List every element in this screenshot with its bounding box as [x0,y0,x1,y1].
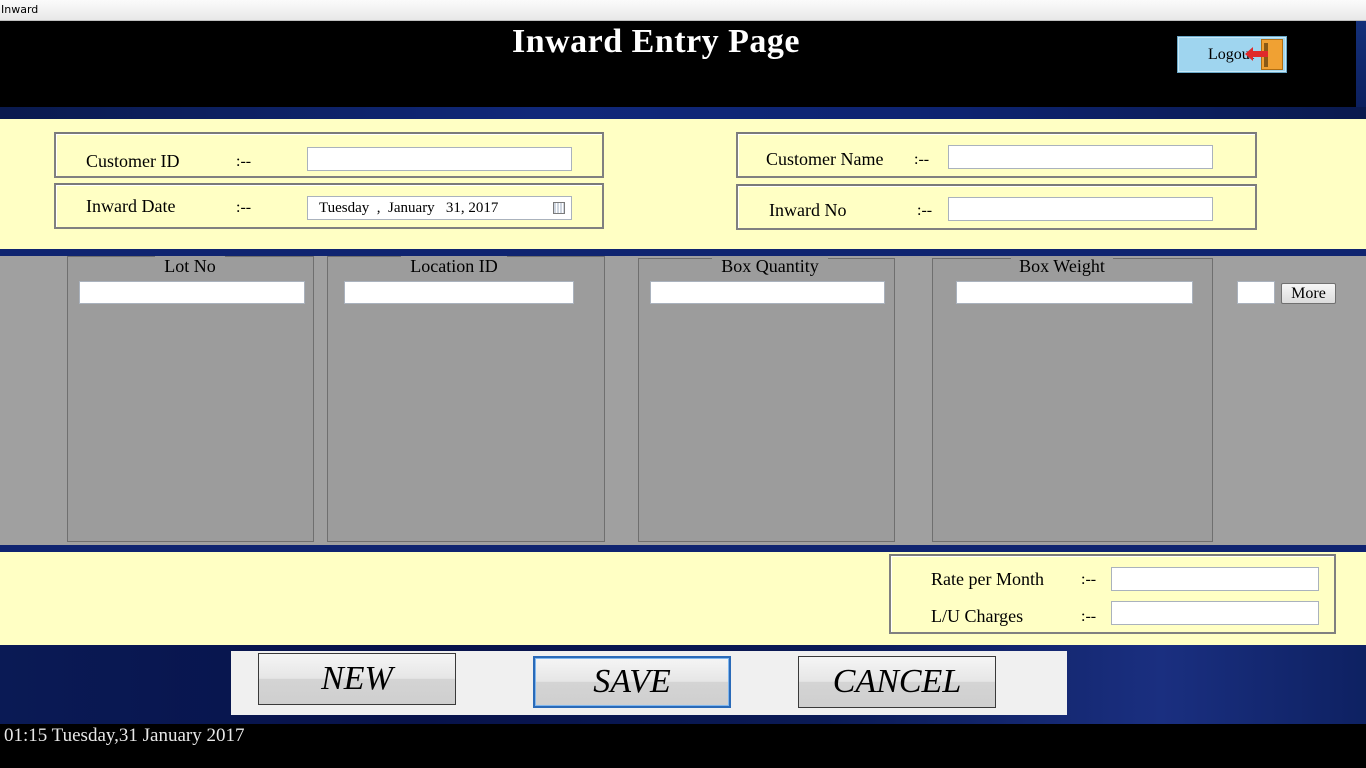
cancel-button[interactable]: CANCEL [798,656,996,708]
location-id-header: Location ID [401,256,507,277]
box-weight-input[interactable] [956,281,1193,304]
logout-button[interactable]: Logout [1177,36,1287,73]
page-title: Inward Entry Page [511,23,801,60]
customer-id-sep: :-- [236,153,252,170]
more-button[interactable]: More [1281,283,1336,304]
box-quantity-input[interactable] [650,281,885,304]
logout-arrow-icon [1245,47,1268,61]
save-button[interactable]: SAVE [533,656,731,708]
inward-no-label: Inward No [769,200,847,220]
inward-date-value: Tuesday , January 31, 2017 [319,200,499,216]
customer-id-label: Customer ID [86,151,180,171]
window-title: Inward [1,3,39,16]
customer-name-input[interactable] [948,145,1213,169]
lu-charges-label: L/U Charges [931,606,1024,626]
lot-no-header: Lot No [155,256,225,277]
lu-charges-input[interactable] [1111,601,1319,625]
location-id-input[interactable] [344,281,574,304]
rate-per-month-label: Rate per Month [931,569,1044,589]
row-count-input[interactable] [1237,281,1275,304]
new-button[interactable]: NEW [258,653,456,705]
inward-no-input[interactable] [948,197,1213,221]
header-edge [1356,21,1366,119]
box-weight-header: Box Weight [1011,256,1113,277]
header-divider [0,107,1366,119]
divider [0,545,1366,552]
lot-no-input[interactable] [79,281,305,304]
window-titlebar: Inward [0,0,1366,21]
lu-charges-sep: :-- [1081,608,1097,625]
inward-no-sep: :-- [917,202,933,219]
status-datetime: 01:15 Tuesday,31 January 2017 [4,725,245,746]
customer-name-label: Customer Name [766,149,884,169]
inward-date-sep: :-- [236,199,252,216]
rate-per-month-sep: :-- [1081,571,1097,588]
divider [0,249,1366,256]
rate-per-month-input[interactable] [1111,567,1319,591]
customer-name-sep: :-- [914,151,930,168]
box-quantity-header: Box Quantity [712,256,828,277]
inward-date-picker[interactable]: Tuesday , January 31, 2017 [307,196,572,220]
customer-id-input[interactable] [307,147,572,171]
calendar-icon[interactable] [553,202,565,214]
inward-date-label: Inward Date [86,196,176,216]
